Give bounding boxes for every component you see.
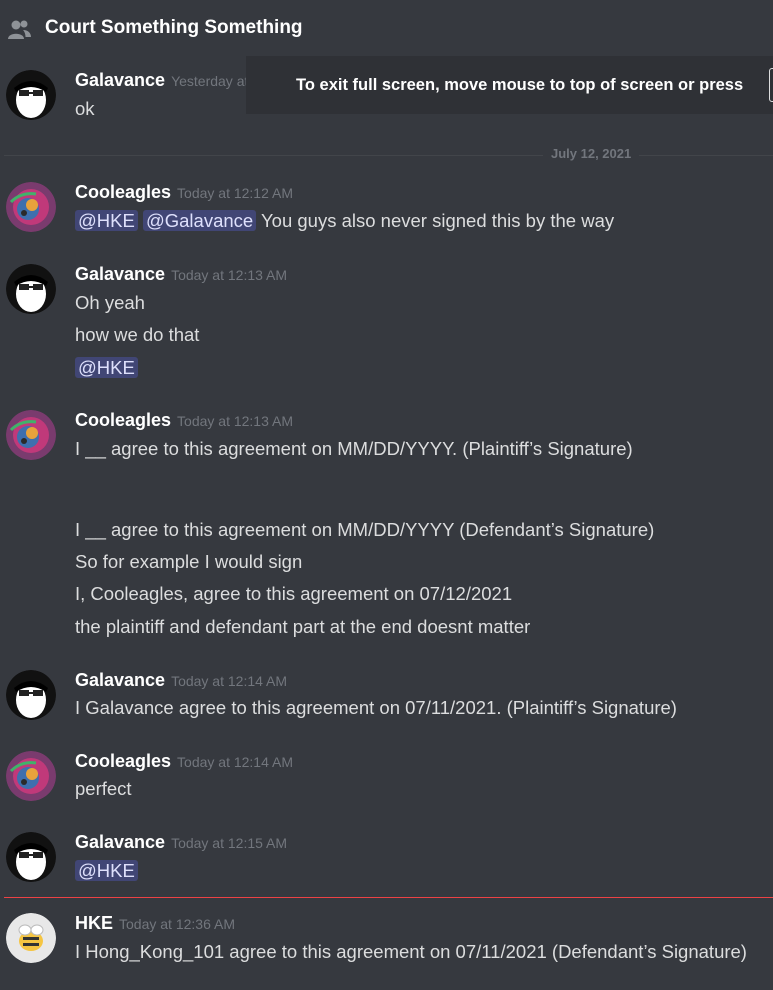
- message-text: how we do that: [75, 324, 200, 345]
- timestamp: Today at 12:14 AM: [177, 754, 293, 770]
- username[interactable]: Galavance: [75, 264, 165, 284]
- username[interactable]: Cooleagles: [75, 410, 171, 430]
- avatar[interactable]: [6, 751, 56, 801]
- timestamp: Today at 12:36 AM: [119, 916, 235, 932]
- message-text: @HKE @Galavance You guys also never sign…: [75, 210, 614, 232]
- avatar[interactable]: [6, 182, 56, 232]
- message-text: Oh yeah: [75, 292, 145, 313]
- fullscreen-banner-text: To exit full screen, move mouse to top o…: [296, 76, 744, 94]
- avatar[interactable]: [6, 832, 56, 882]
- message-text: I Galavance agree to this agreement on 0…: [75, 697, 677, 718]
- message-body: You guys also never signed this by the w…: [261, 210, 615, 231]
- date-divider-label: July 12, 2021: [543, 146, 640, 161]
- avatar[interactable]: [6, 70, 56, 120]
- timestamp: Today at 12:14 AM: [171, 673, 288, 689]
- timestamp: Today at 12:13 AM: [171, 267, 288, 283]
- user-mention[interactable]: @HKE: [75, 210, 138, 231]
- username[interactable]: Galavance: [75, 832, 165, 852]
- avatar[interactable]: [6, 264, 56, 314]
- timestamp: Today at 12:13 AM: [177, 413, 293, 429]
- timestamp: Today at 12:12 AM: [177, 185, 293, 201]
- esc-key-icon: [769, 68, 773, 102]
- message-text: @HKE: [75, 860, 138, 882]
- message-text: I __ agree to this agreement on MM/DD/YY…: [75, 519, 655, 540]
- message-text: @HKE: [75, 357, 138, 379]
- avatar[interactable]: [6, 410, 56, 460]
- user-mention[interactable]: @HKE: [75, 357, 138, 378]
- user-mention[interactable]: @Galavance: [142, 210, 257, 231]
- channel-header: Court Something Something: [0, 0, 773, 60]
- user-mention[interactable]: @HKE: [75, 860, 138, 881]
- members-icon[interactable]: [6, 17, 32, 43]
- username[interactable]: Cooleagles: [75, 182, 171, 202]
- username[interactable]: Cooleagles: [75, 751, 171, 771]
- new-messages-divider: [4, 897, 773, 898]
- timestamp: Today at 12:15 AM: [171, 835, 288, 851]
- message-text: So for example I would sign: [75, 551, 303, 572]
- avatar[interactable]: [6, 913, 56, 963]
- channel-title: Court Something Something: [45, 17, 303, 38]
- message-text: I, Cooleagles, agree to this agreement o…: [75, 583, 513, 604]
- username[interactable]: HKE: [75, 913, 113, 933]
- message-text: I Hong_Kong_101 agree to this agreement …: [75, 941, 747, 962]
- message-text: I __ agree to this agreement on MM/DD/YY…: [75, 438, 633, 459]
- username[interactable]: Galavance: [75, 670, 165, 690]
- message-text: ok: [75, 98, 95, 119]
- fullscreen-banner: To exit full screen, move mouse to top o…: [246, 56, 773, 114]
- avatar[interactable]: [6, 670, 56, 720]
- message-text: the plaintiff and defendant part at the …: [75, 616, 531, 637]
- message-text: perfect: [75, 778, 132, 799]
- date-divider: [4, 155, 773, 156]
- username[interactable]: Galavance: [75, 70, 165, 90]
